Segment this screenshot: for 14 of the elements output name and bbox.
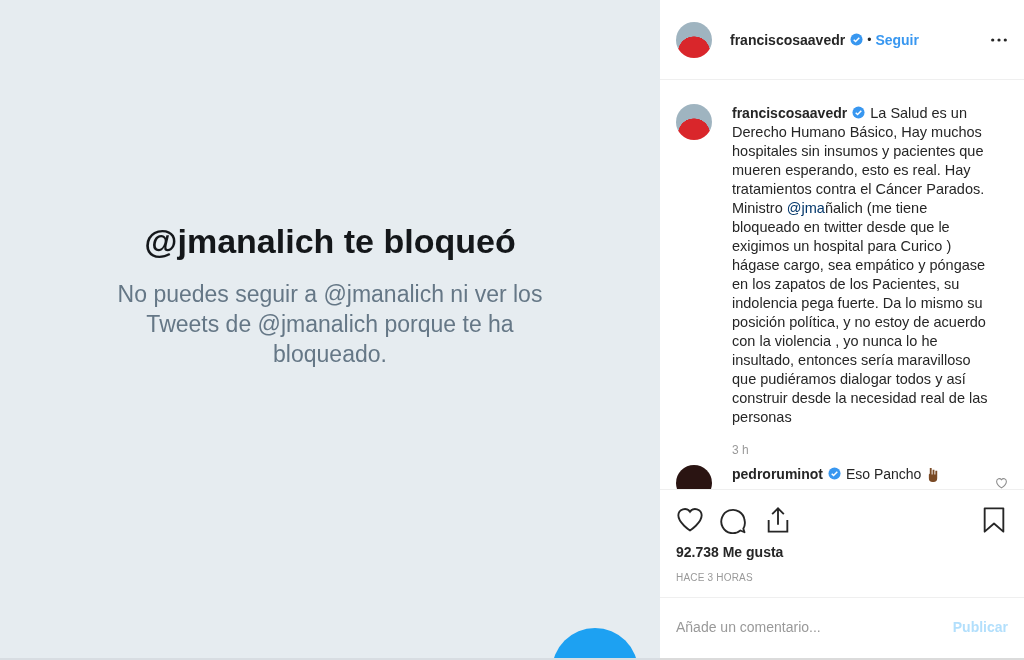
post-time: HACE 3 HORAS: [660, 560, 1024, 598]
comment-text: pedroruminot Eso Pancho: [732, 465, 922, 484]
blocked-message: No puedes seguir a @jmanalich ni ver los Tweets de @jmanalich porque te ha bloqueado.: [116, 280, 544, 369]
like-heart-icon[interactable]: [676, 506, 704, 534]
separator-dot: •: [867, 32, 872, 47]
avatar-photo-placeholder: [676, 21, 712, 58]
username-link[interactable]: franciscosaavedr: [730, 31, 846, 48]
more-options-icon[interactable]: [990, 37, 1008, 42]
avatar-photo-placeholder: [676, 104, 712, 140]
caption-text: franciscosaavedr La Salud es un Derecho Humano Básico, Hay muchos hospitales sin insumos y pacientes que mueren esperando, esto es real. Hay tratamientos contra el Cáncer Parados. Ministro @jmañalich (me tiene bloqueado en twitter desde que le exigimos un hospital para Curico ) hágase cargo, sea empático y póngase en los zapatos de los Pacientes, su indolencia pega fuerte. Da lo mismo su posición política, y no estoy de acuerdo con la violencia , yo nunca lo he insultado, entonces sería maravilloso que pudiéramos dialogar todos y así construir desde la necesidad real de las personas: [732, 104, 989, 427]
blocked-title: @jmanalich te bloqueó: [144, 222, 516, 261]
comment-bubble-icon[interactable]: [720, 506, 748, 534]
caption-time: 3 h: [732, 443, 750, 457]
likes-count[interactable]: 92.738 Me gusta: [660, 534, 1024, 560]
